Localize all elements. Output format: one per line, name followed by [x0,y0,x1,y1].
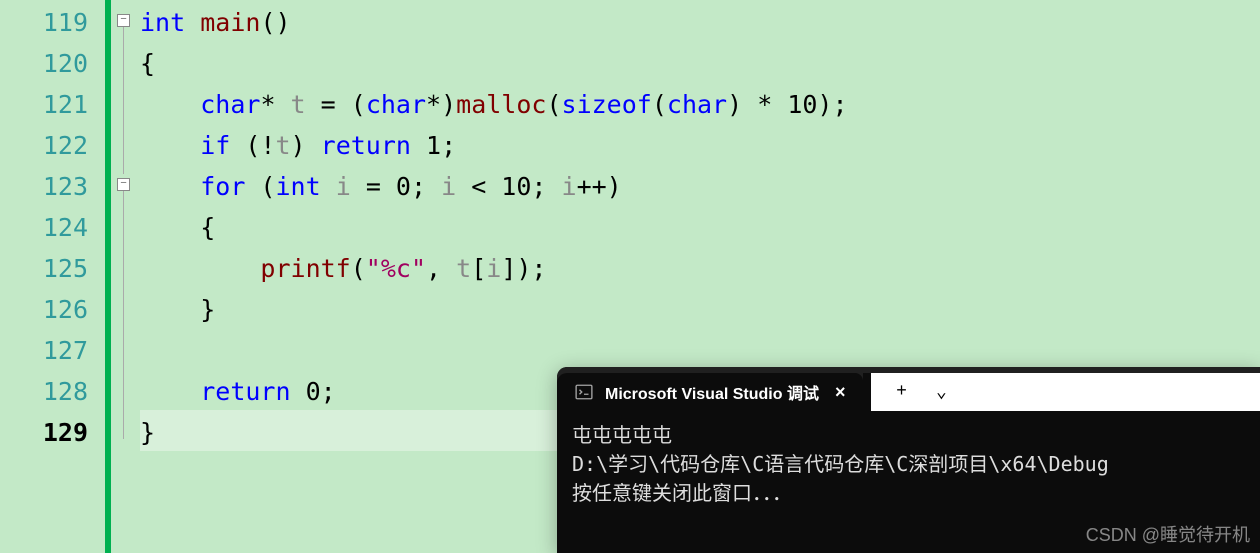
code-line [140,330,1260,371]
watermark: CSDN @睡觉待开机 [1086,521,1250,547]
fold-margin: − − [105,0,140,553]
terminal-tab-title: Microsoft Visual Studio 调试 [605,380,819,404]
close-icon[interactable]: × [831,382,850,403]
code-line: for (int i = 0; i < 10; i++) [140,166,1260,207]
fold-toggle-icon[interactable]: − [117,14,130,27]
code-line: { [140,207,1260,248]
code-line: if (!t) return 1; [140,125,1260,166]
line-number[interactable]: 127 [0,330,105,371]
code-line: char* t = (char*)malloc(sizeof(char) * 1… [140,84,1260,125]
terminal-icon [575,383,593,401]
terminal-tab[interactable]: Microsoft Visual Studio 调试 × [557,373,863,411]
terminal-line: 屯屯屯屯屯 [572,421,1245,450]
line-number[interactable]: 122 [0,125,105,166]
tab-menu-chevron-icon[interactable]: ⌄ [921,373,961,411]
line-number[interactable]: 126 [0,289,105,330]
code-line: printf("%c", t[i]); [140,248,1260,289]
line-number-active[interactable]: 129 [0,412,105,453]
outline-guide [123,27,124,174]
change-indicator [105,0,111,553]
outline-guide [123,191,124,439]
line-number[interactable]: 124 [0,207,105,248]
terminal-line: D:\学习\代码仓库\C语言代码仓库\C深剖项目\x64\Debug [572,450,1245,479]
terminal-titlebar[interactable]: Microsoft Visual Studio 调试 × + ⌄ [557,367,1260,411]
line-number[interactable]: 125 [0,248,105,289]
line-number[interactable]: 120 [0,43,105,84]
terminal-output[interactable]: 屯屯屯屯屯 D:\学习\代码仓库\C语言代码仓库\C深剖项目\x64\Debug… [557,411,1260,518]
code-line: int main() [140,2,1260,43]
terminal-tab-actions: + ⌄ [871,373,1260,411]
code-line: { [140,43,1260,84]
line-number-gutter: 119 120 121 122 123 124 125 126 127 128 … [0,0,105,553]
terminal-line: 按任意键关闭此窗口．．． [572,479,1245,508]
line-number[interactable]: 121 [0,84,105,125]
fold-toggle-icon[interactable]: − [117,178,130,191]
code-line: } [140,289,1260,330]
line-number[interactable]: 123 [0,166,105,207]
new-tab-button[interactable]: + [881,373,921,411]
line-number[interactable]: 119 [0,2,105,43]
line-number[interactable]: 128 [0,371,105,412]
